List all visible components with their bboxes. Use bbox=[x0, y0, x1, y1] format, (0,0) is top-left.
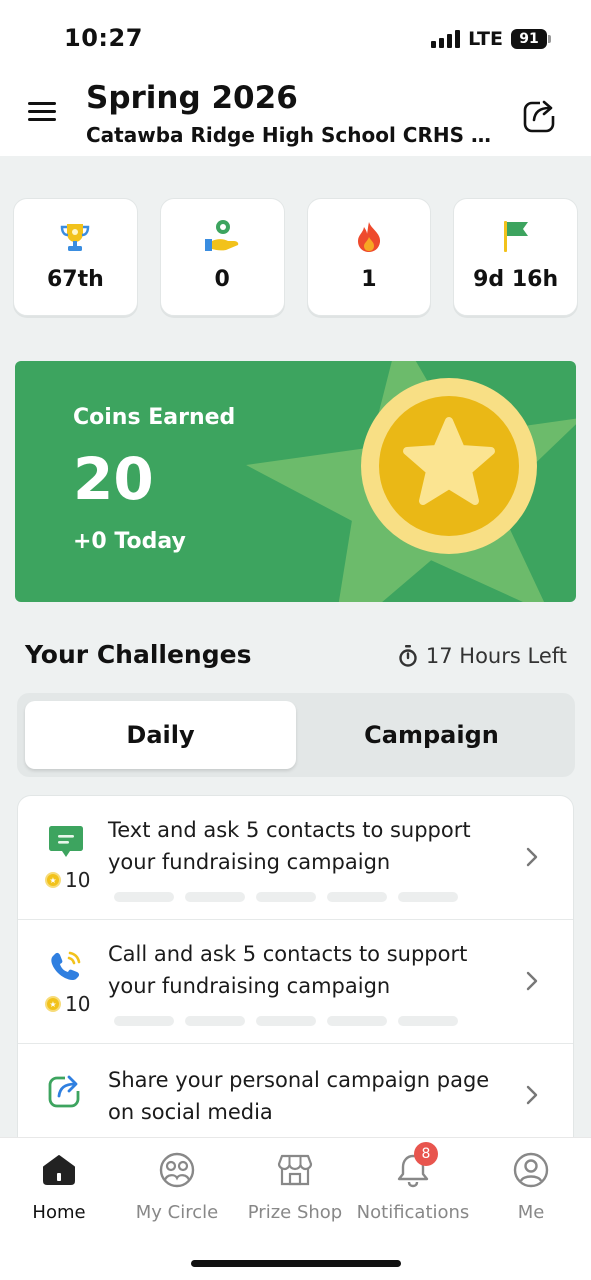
message-icon bbox=[49, 826, 83, 857]
share-icon[interactable] bbox=[522, 96, 560, 134]
stat-value: 0 bbox=[214, 267, 230, 292]
stat-streak[interactable]: 1 bbox=[306, 198, 432, 316]
flag-icon bbox=[503, 221, 528, 252]
challenges-title: Your Challenges bbox=[25, 640, 252, 669]
challenges-time-left: 17 Hours Left bbox=[398, 644, 567, 668]
bottom-nav: Home My Circle Prize Shop 8 Notification… bbox=[0, 1137, 591, 1280]
challenge-tabs: Daily Campaign bbox=[17, 693, 575, 777]
donation-hand-icon bbox=[205, 220, 239, 251]
nav-label: My Circle bbox=[135, 1202, 219, 1223]
flame-icon bbox=[357, 222, 380, 252]
menu-button[interactable] bbox=[28, 102, 56, 124]
battery-icon: 91 bbox=[511, 29, 551, 49]
page-subtitle: Catawba Ridge High School CRHS BET… bbox=[86, 123, 506, 147]
coins-value: 20 bbox=[73, 445, 154, 513]
stopwatch-icon bbox=[399, 645, 417, 667]
points: ★ 10 bbox=[45, 868, 90, 892]
challenge-list: ★ 10 Text and ask 5 contacts to support … bbox=[17, 795, 574, 1155]
progress-segments bbox=[114, 892, 458, 902]
stats-row: 67th 0 1 9d 16h bbox=[13, 198, 578, 316]
stat-value: 67th bbox=[46, 267, 104, 292]
coin-icon: ★ bbox=[45, 996, 61, 1012]
signal-icon bbox=[431, 30, 461, 48]
coins-today: +0 Today bbox=[73, 529, 186, 554]
challenge-text: Text and ask 5 contacts to support your … bbox=[108, 818, 471, 874]
status-indicators: LTE 91 bbox=[431, 28, 551, 50]
battery-level: 91 bbox=[511, 29, 547, 49]
notification-badge: 8 bbox=[414, 1142, 438, 1166]
points-value: 10 bbox=[65, 868, 91, 892]
profile-icon bbox=[513, 1152, 549, 1188]
circle-faces-icon bbox=[159, 1152, 195, 1188]
points-value: 10 bbox=[65, 992, 91, 1016]
trophy-icon bbox=[61, 224, 90, 251]
coin-icon: ★ bbox=[45, 872, 61, 888]
share-icon bbox=[48, 1072, 84, 1108]
network-label: LTE bbox=[468, 28, 503, 50]
phone-call-icon bbox=[51, 951, 81, 981]
chevron-right-icon bbox=[526, 847, 538, 867]
shop-icon bbox=[277, 1154, 313, 1186]
nav-label: Prize Shop bbox=[247, 1202, 343, 1223]
stat-donations[interactable]: 0 bbox=[159, 198, 285, 316]
nav-home[interactable]: Home bbox=[0, 1148, 118, 1223]
page-title: Spring 2026 bbox=[86, 80, 298, 116]
challenge-item[interactable]: ★ 10 Text and ask 5 contacts to support … bbox=[18, 796, 573, 920]
coins-label: Coins Earned bbox=[73, 405, 236, 430]
nav-me[interactable]: Me bbox=[472, 1148, 590, 1223]
tab-campaign[interactable]: Campaign bbox=[296, 701, 567, 769]
nav-label: Notifications bbox=[356, 1202, 470, 1223]
stat-time-left[interactable]: 9d 16h bbox=[453, 198, 578, 316]
top-header: 10:27 LTE 91 Spring 2026 Catawba Ridge H… bbox=[0, 0, 591, 156]
stat-value: 9d 16h bbox=[473, 267, 559, 292]
nav-label: Me bbox=[517, 1202, 545, 1223]
nav-prize-shop[interactable]: Prize Shop bbox=[236, 1148, 354, 1223]
challenge-text: Call and ask 5 contacts to support your … bbox=[108, 942, 468, 998]
nav-label: Home bbox=[32, 1202, 86, 1223]
nav-my-circle[interactable]: My Circle bbox=[118, 1148, 236, 1223]
stat-rank[interactable]: 67th bbox=[13, 198, 138, 316]
status-time: 10:27 bbox=[64, 24, 143, 52]
tab-daily[interactable]: Daily bbox=[25, 701, 296, 769]
stat-value: 1 bbox=[361, 267, 377, 292]
home-icon bbox=[43, 1155, 75, 1185]
points: ★ 10 bbox=[45, 992, 90, 1016]
chevron-right-icon bbox=[526, 1085, 538, 1105]
progress-segments bbox=[114, 1016, 458, 1026]
home-indicator bbox=[191, 1260, 401, 1267]
time-left-label: 17 Hours Left bbox=[425, 644, 567, 668]
challenge-item[interactable]: ★ 10 Call and ask 5 contacts to support … bbox=[18, 920, 573, 1044]
coins-card[interactable]: Coins Earned 20 +0 Today bbox=[15, 361, 576, 602]
nav-notifications[interactable]: 8 Notifications bbox=[354, 1142, 472, 1223]
challenge-text: Share your personal campaign page on soc… bbox=[108, 1068, 490, 1124]
chevron-right-icon bbox=[526, 971, 538, 991]
